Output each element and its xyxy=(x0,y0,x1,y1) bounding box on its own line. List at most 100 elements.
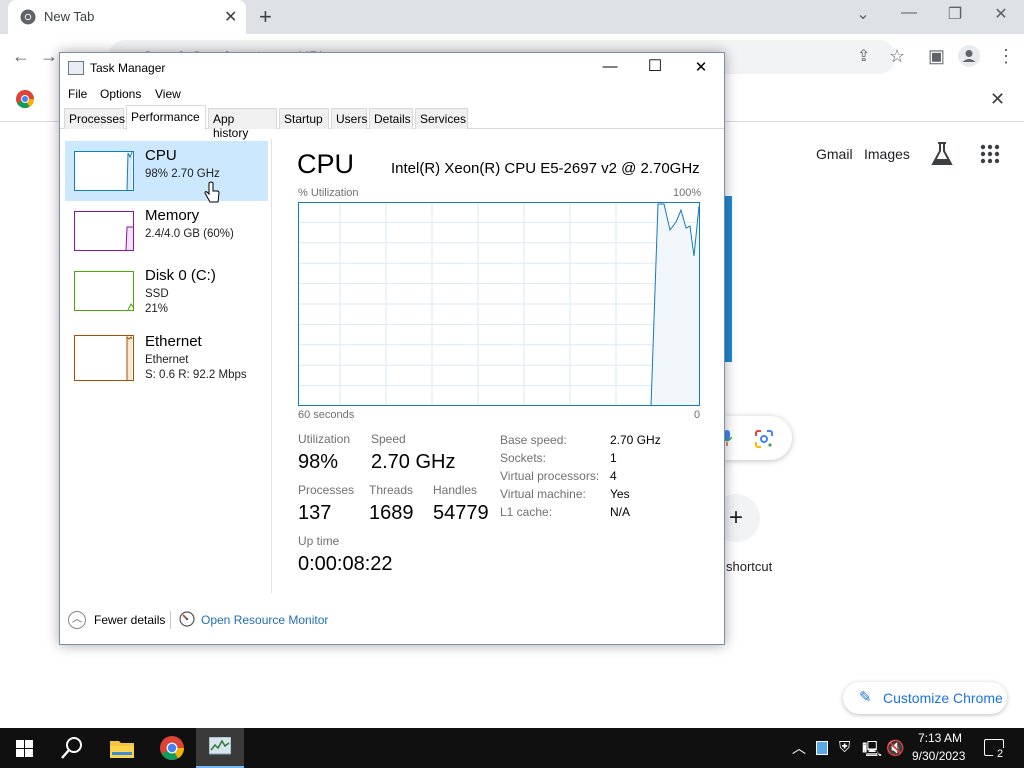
menu-options[interactable]: Options xyxy=(100,87,141,101)
resource-detail-2: 21% xyxy=(145,303,169,315)
chrome-menu-icon[interactable]: ⋮ xyxy=(997,46,1015,67)
browser-restore-icon[interactable]: ❐ xyxy=(943,4,967,24)
uptime-value: 0:00:08:22 xyxy=(298,553,393,575)
resource-detail-2: S: 0.6 R: 92.2 Mbps xyxy=(145,369,247,381)
graph-y-label: % Utilization xyxy=(298,187,359,199)
pencil-icon: ✎ xyxy=(859,689,872,706)
tab-processes[interactable]: Processes xyxy=(64,108,125,129)
processes-value: 137 xyxy=(298,502,332,524)
browser-tab[interactable]: New Tab ✕ xyxy=(8,0,246,34)
cpu-model-name: Intel(R) Xeon(R) CPU E5-2697 v2 @ 2.70GH… xyxy=(391,160,700,177)
task-manager-window: Task Manager — ☐ ✕ File Options View Pro… xyxy=(59,52,725,645)
network-icon[interactable]: 🖳 xyxy=(862,739,882,764)
resource-name: Ethernet xyxy=(145,333,202,350)
info-key: Base speed: xyxy=(500,433,567,447)
cpu-utilization-graph xyxy=(298,202,700,406)
disk-mini-graph xyxy=(74,271,134,311)
resource-detail: SSD xyxy=(145,288,169,300)
bookmark-star-icon[interactable]: ☆ xyxy=(889,46,905,67)
resource-detail: 2.4/4.0 GB (60%) xyxy=(145,228,234,240)
task-manager-title: Task Manager xyxy=(90,61,166,75)
cpu-heading: CPU xyxy=(297,149,355,179)
info-key: Virtual machine: xyxy=(500,487,586,501)
browser-close-icon[interactable]: ✕ xyxy=(989,4,1013,24)
gmail-link[interactable]: Gmail xyxy=(816,146,853,162)
footer-separator xyxy=(170,611,171,629)
menu-view[interactable]: View xyxy=(155,87,181,101)
google-lens-icon[interactable] xyxy=(755,430,773,448)
handles-label: Handles xyxy=(433,483,478,497)
chrome-favicon-icon xyxy=(20,9,36,25)
info-value: N/A xyxy=(610,505,631,519)
tab-close-icon[interactable]: ✕ xyxy=(224,7,237,27)
browser-minimize-icon[interactable]: — xyxy=(897,4,921,22)
new-tab-button[interactable]: + xyxy=(259,4,272,30)
cpu-mini-graph xyxy=(74,151,134,191)
tab-users[interactable]: Users xyxy=(331,108,367,129)
tab-performance[interactable]: Performance xyxy=(126,105,206,130)
chrome-taskbar-icon[interactable] xyxy=(160,736,184,760)
share-icon[interactable]: ⇪ xyxy=(857,46,870,66)
panel-divider xyxy=(271,139,272,593)
tm-close-button[interactable]: ✕ xyxy=(691,58,711,76)
chevron-up-icon[interactable]: ︿ xyxy=(68,611,86,629)
back-arrow-icon[interactable]: ← xyxy=(12,46,30,67)
taskbar-clock-date[interactable]: 9/30/2023 xyxy=(912,749,965,763)
forward-arrow-icon[interactable]: → xyxy=(40,46,58,67)
tm-maximize-button[interactable]: ☐ xyxy=(645,56,665,76)
show-hidden-icons-chevron-icon[interactable]: ︿ xyxy=(792,738,806,758)
tab-services[interactable]: Services xyxy=(415,108,468,129)
graph-min-label: 0 xyxy=(694,409,701,421)
resource-cpu[interactable]: CPU 98% 2.70 GHz xyxy=(65,141,268,201)
info-value: 1 xyxy=(610,451,617,465)
info-value: Yes xyxy=(610,487,630,501)
task-manager-app-icon xyxy=(68,61,84,75)
resource-memory[interactable]: Memory 2.4/4.0 GB (60%) xyxy=(65,201,268,261)
notification-count-badge: 2 xyxy=(993,747,1007,761)
tab-details[interactable]: Details xyxy=(369,108,413,129)
add-shortcut-label: shortcut xyxy=(726,559,773,574)
task-manager-taskbar-button[interactable] xyxy=(196,728,244,768)
fewer-details-button[interactable]: Fewer details xyxy=(94,613,165,627)
taskbar-clock-time[interactable]: 7:13 AM xyxy=(918,731,962,745)
google-apps-grid-icon[interactable] xyxy=(980,144,1000,164)
browser-tab-strip: New Tab ✕ + ⌄ — ❐ ✕ xyxy=(0,0,1024,34)
tray-security-icon[interactable]: ⛨ xyxy=(839,739,850,756)
uptime-label: Up time xyxy=(298,534,340,548)
resource-monitor-icon xyxy=(179,611,195,627)
resource-detail: Ethernet xyxy=(145,354,189,366)
threads-value: 1689 xyxy=(369,502,414,524)
profile-avatar-icon[interactable] xyxy=(958,45,980,67)
infobar-close-icon[interactable]: ✕ xyxy=(990,89,1005,110)
google-doodle[interactable] xyxy=(724,196,732,362)
info-key: Sockets: xyxy=(500,451,547,465)
file-explorer-icon[interactable] xyxy=(110,738,134,758)
chrome-logo-icon xyxy=(16,90,34,108)
task-manager-taskbar-icon xyxy=(209,737,231,755)
resource-ethernet[interactable]: Ethernet Ethernet S: 0.6 R: 92.2 Mbps xyxy=(65,327,268,387)
graph-max-label: 100% xyxy=(673,187,702,199)
resource-name: Memory xyxy=(145,207,200,224)
open-resource-monitor-link[interactable]: Open Resource Monitor xyxy=(201,613,328,627)
side-panel-icon[interactable]: ▣ xyxy=(928,46,945,67)
volume-muted-icon[interactable]: 🔇 xyxy=(886,739,905,757)
images-link[interactable]: Images xyxy=(864,146,910,162)
tray-app-icon[interactable] xyxy=(816,741,828,755)
tab-startup[interactable]: Startup xyxy=(279,108,329,129)
customize-chrome-button[interactable]: ✎ Customize Chrome xyxy=(843,682,1007,714)
info-value: 2.70 GHz xyxy=(610,433,661,447)
tm-minimize-button[interactable]: — xyxy=(600,58,620,75)
speed-label: Speed xyxy=(371,432,406,446)
tab-app-history[interactable]: App history xyxy=(208,108,277,140)
memory-mini-graph xyxy=(74,211,134,251)
search-icon[interactable] xyxy=(61,736,83,760)
labs-flask-icon[interactable] xyxy=(930,141,954,167)
handles-value: 54779 xyxy=(433,502,489,524)
tab-search-chevron-icon[interactable]: ⌄ xyxy=(851,4,875,24)
resource-disk[interactable]: Disk 0 (C:) SSD 21% xyxy=(65,261,268,321)
windows-start-icon[interactable] xyxy=(16,740,33,757)
info-key: Virtual processors: xyxy=(500,469,600,483)
menu-file[interactable]: File xyxy=(68,87,87,101)
resource-name: Disk 0 (C:) xyxy=(145,267,216,284)
resource-name: CPU xyxy=(145,147,177,164)
